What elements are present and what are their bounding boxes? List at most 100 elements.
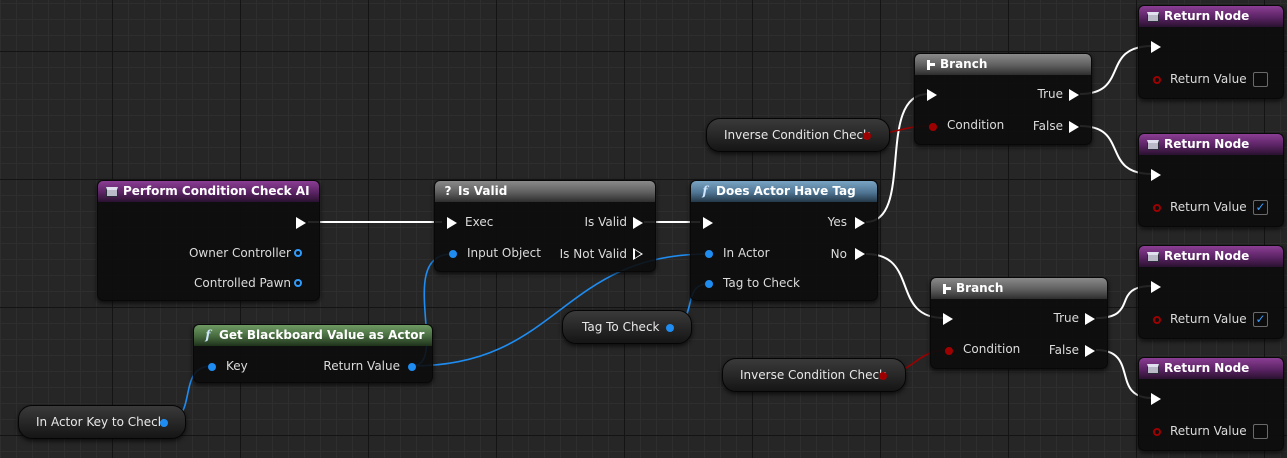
event-box-icon	[1147, 251, 1159, 262]
pin-return-value: Return Value	[1170, 199, 1247, 215]
node-title: Does Actor Have Tag	[716, 184, 856, 198]
exec-in-pin[interactable]	[1151, 169, 1161, 181]
pin-label: Owner Controller	[188, 246, 291, 260]
function-node-does-actor-have-tag[interactable]: f Does Actor Have Tag Yes In Actor No Tag…	[690, 180, 878, 301]
pin-label: Yes	[827, 215, 847, 229]
event-box-icon	[106, 186, 118, 197]
return-value-pin[interactable]	[1153, 428, 1161, 436]
node-header: Branch	[931, 278, 1107, 299]
function-f-icon: f	[205, 328, 211, 342]
branch-icon	[939, 283, 951, 295]
pin-label: In Actor	[723, 246, 770, 260]
variable-out-pin[interactable]	[863, 132, 871, 140]
node-title: Branch	[956, 281, 1004, 295]
return-value-checkbox[interactable]: ✓	[1253, 312, 1268, 327]
return-value-pin[interactable]	[1153, 76, 1161, 84]
return-value-pin[interactable]	[1153, 204, 1161, 212]
event-box-icon	[1147, 139, 1159, 150]
return-node-4[interactable]: Return Node Return Value	[1138, 357, 1284, 451]
node-header: Return Node	[1139, 358, 1283, 379]
node-title: Get Blackboard Value as Actor	[219, 328, 425, 342]
pin-owner-controller: Owner Controller	[189, 245, 291, 261]
true-exec-pin[interactable]	[1069, 89, 1079, 101]
exec-in-pin[interactable]	[1151, 281, 1161, 293]
pin-label: Controlled Pawn	[194, 276, 291, 290]
pin-label: True	[1037, 87, 1064, 101]
return-node-1[interactable]: Return Node Return Value	[1138, 5, 1284, 99]
question-mark-icon: ?	[444, 184, 452, 198]
controlled-pawn-pin[interactable]	[294, 279, 302, 287]
macro-node-is-valid[interactable]: ? Is Valid Exec Is Valid Input Object Is …	[434, 180, 656, 272]
variable-inverse-condition-check-1[interactable]: Inverse Condition Check	[706, 118, 890, 152]
variable-inverse-condition-check-2[interactable]: Inverse Condition Check	[722, 358, 906, 392]
pin-false: False	[1049, 342, 1079, 358]
tag-to-check-pin[interactable]	[705, 280, 713, 288]
in-actor-pin[interactable]	[705, 250, 713, 258]
owner-controller-pin[interactable]	[294, 249, 302, 257]
return-value-checkbox[interactable]	[1253, 424, 1268, 439]
return-value-pin[interactable]	[408, 363, 416, 371]
variable-out-pin[interactable]	[879, 372, 887, 380]
node-title: Perform Condition Check AI	[123, 184, 310, 198]
node-header: Perform Condition Check AI	[98, 181, 319, 202]
pin-label: Is Valid	[584, 215, 627, 229]
function-node-get-blackboard-value[interactable]: f Get Blackboard Value as Actor Key Retur…	[193, 324, 433, 383]
exec-in-pin[interactable]	[927, 89, 937, 101]
exec-in-pin[interactable]	[703, 217, 713, 229]
pin-is-valid: Is Valid	[584, 214, 627, 230]
variable-out-pin[interactable]	[666, 324, 674, 332]
event-node-perform-condition-check[interactable]: Perform Condition Check AI Owner Control…	[97, 180, 320, 301]
false-exec-pin[interactable]	[1069, 121, 1079, 133]
yes-exec-pin[interactable]	[855, 217, 865, 229]
node-header: Branch	[915, 54, 1091, 75]
exec-in-pin[interactable]	[447, 217, 457, 229]
variable-label: Inverse Condition Check	[740, 368, 887, 382]
input-object-pin[interactable]	[449, 250, 457, 258]
pin-true: True	[1038, 86, 1064, 102]
no-exec-pin[interactable]	[855, 248, 865, 260]
variable-label: In Actor Key to Check	[36, 415, 165, 429]
pin-return-value: Return Value	[1170, 311, 1247, 327]
pin-true: True	[1054, 310, 1080, 326]
exec-in-pin[interactable]	[1151, 41, 1161, 53]
condition-pin[interactable]	[929, 123, 937, 131]
pin-label: Key	[226, 359, 248, 373]
pin-label: Return Value	[1170, 312, 1247, 326]
pin-key: Key	[226, 358, 248, 374]
node-title: Return Node	[1164, 9, 1250, 23]
pin-label: True	[1053, 311, 1080, 325]
condition-pin[interactable]	[945, 347, 953, 355]
return-node-3[interactable]: Return Node Return Value ✓	[1138, 245, 1284, 339]
variable-label: Tag To Check	[582, 320, 660, 334]
is-valid-exec-pin[interactable]	[633, 217, 643, 229]
variable-out-pin[interactable]	[160, 419, 168, 427]
return-value-checkbox[interactable]: ✓	[1253, 200, 1268, 215]
pin-yes: Yes	[828, 214, 847, 230]
pin-controlled-pawn: Controlled Pawn	[194, 275, 291, 291]
is-not-valid-exec-pin[interactable]	[633, 248, 643, 260]
node-title: Return Node	[1164, 249, 1250, 263]
return-value-pin[interactable]	[1153, 316, 1161, 324]
pin-no: No	[831, 246, 847, 262]
return-value-checkbox[interactable]	[1253, 72, 1268, 87]
true-exec-pin[interactable]	[1085, 313, 1095, 325]
pin-tag-to-check: Tag to Check	[723, 275, 800, 291]
pin-label: No	[830, 247, 847, 261]
key-pin[interactable]	[208, 363, 216, 371]
variable-in-actor-key-to-check[interactable]: In Actor Key to Check	[18, 405, 186, 439]
exec-out-pin[interactable]	[296, 217, 306, 229]
pin-label: Tag to Check	[723, 276, 800, 290]
variable-tag-to-check[interactable]: Tag To Check	[562, 310, 692, 344]
false-exec-pin[interactable]	[1085, 345, 1095, 357]
exec-in-pin[interactable]	[1151, 393, 1161, 405]
node-header: Return Node	[1139, 134, 1283, 155]
exec-in-pin[interactable]	[943, 313, 953, 325]
pin-label: Return Value	[323, 359, 400, 373]
branch-node-top[interactable]: Branch True Condition False	[914, 53, 1092, 145]
pin-label: False	[1032, 119, 1063, 133]
pin-input-object: Input Object	[467, 245, 541, 261]
return-node-2[interactable]: Return Node Return Value ✓	[1138, 133, 1284, 227]
event-box-icon	[1147, 11, 1159, 22]
branch-node-bottom[interactable]: Branch True Condition False	[930, 277, 1108, 369]
variable-label: Inverse Condition Check	[724, 128, 871, 142]
